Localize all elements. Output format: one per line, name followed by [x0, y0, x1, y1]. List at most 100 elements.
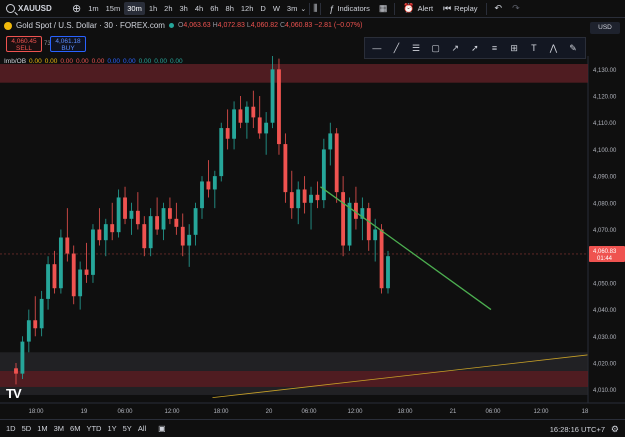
price-tick-label: 4,070.00 — [593, 228, 617, 234]
range-5y[interactable]: 5Y — [123, 424, 132, 433]
time-tick-label: 12:00 — [164, 409, 180, 415]
time-tick-label: 12:00 — [347, 409, 363, 415]
candle-body — [206, 181, 211, 190]
text-icon[interactable]: T — [527, 43, 541, 53]
candle-body — [257, 117, 262, 134]
candle-body — [129, 210, 134, 219]
indicator-values: 0.00 0.00 0.00 0.00 0.00 0.00 0.00 0.00 0.00 0.00 — [29, 58, 183, 65]
buy-button[interactable]: 4,061.18 BUY — [50, 36, 86, 52]
indicator-value: 0.00 — [60, 58, 74, 65]
range-all[interactable]: All — [138, 424, 146, 433]
price-tick-label: 4,110.00 — [593, 121, 617, 127]
range-ytd[interactable]: YTD — [86, 424, 101, 433]
chart-legend: Gold Spot / U.S. Dollar · 30 · FOREX.com… — [4, 21, 363, 30]
settings-icon[interactable]: ⚙ — [611, 424, 619, 435]
parallel-channel-icon[interactable]: ☰ — [409, 43, 423, 54]
price-tick-label: 4,100.00 — [593, 148, 617, 154]
candle-body — [110, 224, 115, 233]
currency-select[interactable]: USD — [590, 22, 620, 34]
clock-label[interactable]: 16:28:16 UTC+7 — [550, 425, 605, 434]
candle-body — [65, 237, 70, 254]
indicator-value: 0.00 — [76, 58, 89, 65]
candle-body — [277, 69, 281, 145]
indicator-value: 0.00 — [29, 58, 42, 65]
price-tick-label: 4,020.00 — [593, 361, 617, 367]
pattern-icon[interactable]: ⋀ — [546, 43, 560, 54]
indicator-value: 0.00 — [154, 58, 167, 65]
arrow-icon[interactable]: ➚ — [468, 43, 482, 54]
candle-body — [174, 218, 179, 227]
time-tick-label: 18:00 — [213, 409, 229, 415]
range-3m[interactable]: 3M — [54, 424, 64, 433]
candle-body — [187, 234, 192, 246]
last-price-label: 4,060.83 — [593, 249, 617, 255]
candle-body — [58, 237, 63, 289]
range-1m[interactable]: 1M — [37, 424, 47, 433]
range-6m[interactable]: 6M — [70, 424, 80, 433]
price-tick-label: 4,030.00 — [593, 335, 617, 341]
candle-body — [334, 133, 339, 193]
trend-line-icon[interactable]: ╱ — [389, 43, 403, 54]
time-tick-label: 18:00 — [397, 409, 413, 415]
candle-body — [26, 320, 31, 342]
candle-body — [142, 224, 147, 249]
candle-body — [238, 109, 243, 123]
candle-body — [123, 197, 127, 219]
candle-body — [366, 208, 371, 241]
candle-body — [193, 208, 198, 235]
range-list: 1D 5D 1M 3M 6M YTD 1Y 5Y All — [6, 424, 146, 433]
sell-button[interactable]: 4,060.45 SELL — [6, 36, 42, 52]
candle-body — [33, 320, 38, 329]
market-open-icon — [168, 23, 174, 28]
candle-body — [116, 197, 121, 233]
time-tick-label: 18 — [582, 409, 589, 415]
tradingview-logo: TV — [6, 386, 22, 401]
rectangle-icon[interactable]: ▢ — [429, 43, 443, 54]
measure-icon[interactable]: ⊞ — [507, 43, 521, 54]
indicator-value: 0.00 — [122, 58, 136, 65]
time-tick-label: 21 — [450, 409, 457, 415]
candle-body — [46, 264, 50, 299]
brush-icon[interactable]: ✎ — [566, 43, 580, 54]
candle-body — [200, 181, 204, 209]
candle-body — [283, 144, 288, 193]
candle-body — [373, 229, 378, 241]
horizontal-line-icon[interactable]: — — [370, 43, 384, 53]
candle-body — [251, 106, 256, 118]
candle-body — [135, 210, 140, 225]
supply-demand-zone — [0, 64, 588, 83]
candle-body — [341, 192, 346, 246]
indicator-name: Imb/OB — [4, 58, 27, 65]
price-tick-label: 4,040.00 — [593, 308, 617, 314]
candle-body — [84, 269, 89, 275]
indicator-value: 0.00 — [107, 58, 120, 65]
drawing-toolbar: — ╱ ☰ ▢ ↗ ➚ ≡ ⊞ T ⋀ ✎ — [364, 37, 586, 59]
candle-body — [244, 106, 249, 123]
range-1d[interactable]: 1D — [6, 424, 16, 433]
fib-icon[interactable]: ≡ — [488, 43, 502, 53]
ray-icon[interactable]: ↗ — [448, 43, 462, 54]
price-tick-label: 4,130.00 — [593, 68, 617, 74]
indicator-legend[interactable]: Imb/OB 0.00 0.00 0.00 0.00 0.00 0.00 0.00 0.00 0… — [4, 58, 183, 65]
time-tick-label: 18:00 — [28, 409, 44, 415]
candle-body — [148, 216, 153, 249]
candle-body — [315, 194, 320, 201]
candle-body — [91, 229, 95, 275]
candle-body — [14, 368, 18, 374]
calendar-icon[interactable]: ▣ — [158, 424, 166, 433]
range-1y[interactable]: 1Y — [107, 424, 116, 433]
price-tick-label: 4,120.00 — [593, 95, 617, 101]
price-tick-label: 4,080.00 — [593, 201, 617, 207]
bottom-toolbar: 1D 5D 1M 3M 6M YTD 1Y 5Y All ▣ 16:28:16 UTC+7 ⚙ — [0, 419, 625, 437]
buy-label: BUY — [61, 45, 75, 52]
candle-body — [71, 253, 76, 297]
price-tick-label: 4,050.00 — [593, 281, 617, 287]
range-5d[interactable]: 5D — [22, 424, 32, 433]
candle-body — [155, 216, 160, 230]
time-tick-label: 20 — [266, 409, 273, 415]
chart-title: Gold Spot / U.S. Dollar · 30 · FOREX.com — [16, 21, 165, 30]
sell-price: 4,060.45 — [11, 38, 37, 45]
candle-body — [39, 298, 44, 329]
sell-label: SELL — [16, 45, 32, 52]
time-tick-label: 12:00 — [533, 409, 549, 415]
